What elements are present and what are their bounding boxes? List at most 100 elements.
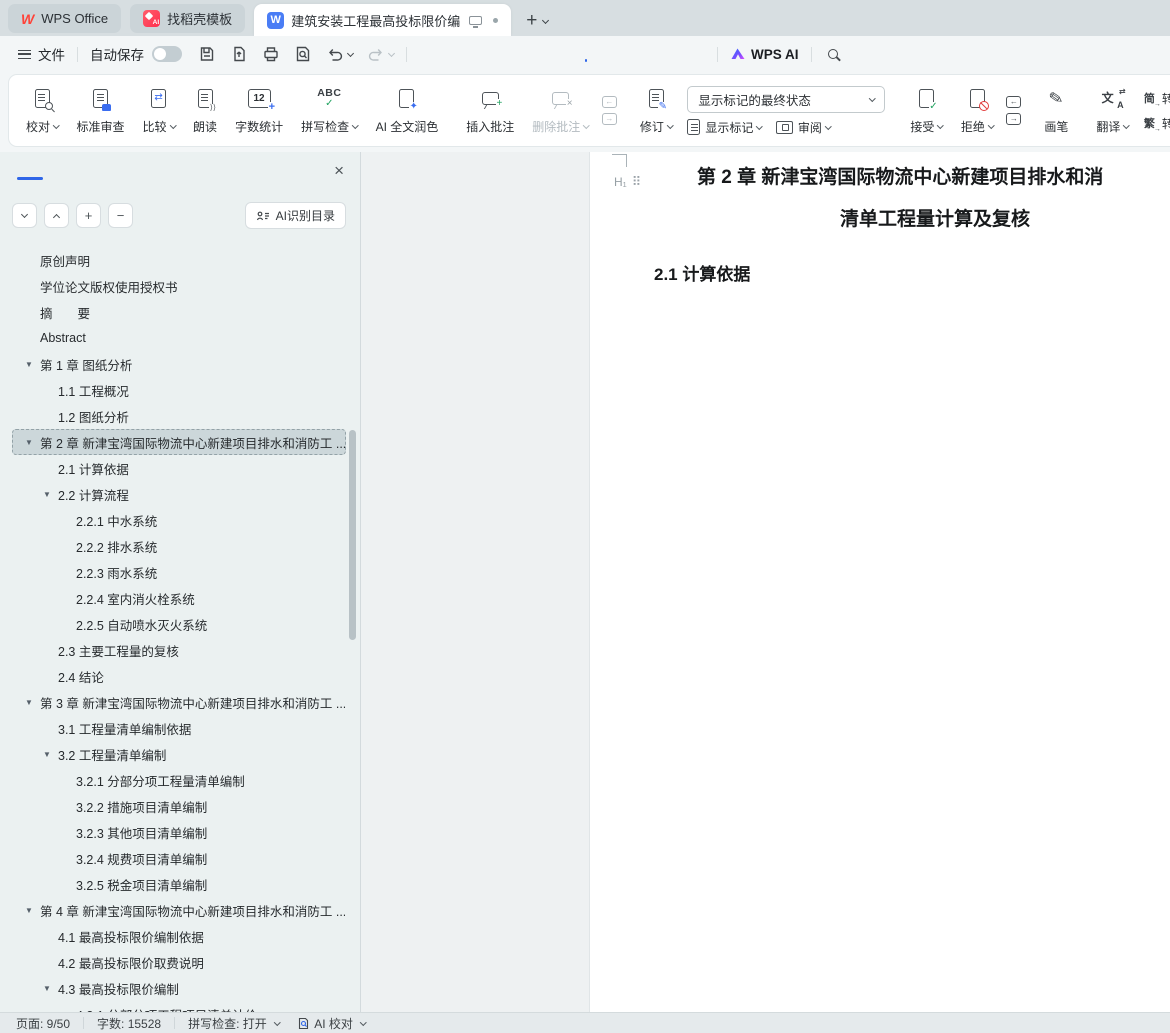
toc-item[interactable]: ▼ 4.3 最高投标限价编制 [12, 975, 346, 1001]
collapse-arrow-icon[interactable]: ▼ [41, 984, 58, 993]
reject-button[interactable]: 拒绝 [952, 83, 1003, 139]
review-pane-button[interactable]: 审阅 [776, 119, 831, 136]
toc-item[interactable]: ▼ 3.2 工程量清单编制 [12, 741, 346, 767]
toc-item[interactable]: ▼ 3.2.1 分部分项工程量清单编制 [12, 767, 346, 793]
toc-item[interactable]: ▼ 2.2.5 自动喷水灭火系统 [12, 611, 346, 637]
file-menu[interactable]: 文件 [38, 44, 65, 64]
toc-item[interactable]: ▼ 3.1 工程量清单编制依据 [12, 715, 346, 741]
toc-item[interactable]: ▼ 4.1 最高投标限价编制依据 [12, 923, 346, 949]
toc-item[interactable]: ▼ 2.2.2 排水系统 [12, 533, 346, 559]
collapse-arrow-icon[interactable]: ▼ [41, 750, 58, 759]
toc-item[interactable]: ▼ 第 2 章 新津宝湾国际物流中心新建项目排水和消防工 ... [12, 429, 346, 455]
toc-item[interactable]: ▼ 第 4 章 新津宝湾国际物流中心新建项目排水和消防工 ... [12, 897, 346, 923]
toc-item[interactable]: ▼ 原创声明 [12, 247, 346, 273]
expand-all-button[interactable] [12, 203, 37, 228]
autosave-toggle[interactable] [152, 46, 182, 62]
toc-item[interactable]: ▼ 2.2.4 室内消火栓系统 [12, 585, 346, 611]
toc-item[interactable]: ▼ 2.3 主要工程量的复核 [12, 637, 346, 663]
toc-item[interactable]: ▼ 2.1 计算依据 [12, 455, 346, 481]
collapse-arrow-icon[interactable]: ▼ [41, 490, 58, 499]
toc-item[interactable]: ▼ Abstract [12, 325, 346, 351]
print-icon[interactable] [262, 45, 280, 63]
previous-change-icon[interactable]: ← [1006, 96, 1021, 108]
track-changes-button[interactable]: ✎ 修订 [631, 83, 682, 139]
paragraph-line[interactable] [685, 366, 716, 397]
print-preview-icon[interactable] [294, 45, 312, 63]
collapse-arrow-icon[interactable]: ▼ [23, 360, 40, 369]
screen-share-icon[interactable] [469, 16, 482, 25]
read-aloud-button[interactable]: ⟩⟩ 朗读 [184, 83, 226, 139]
zoom-in-outline-button[interactable]: + [76, 203, 101, 228]
chapter-title-line2[interactable]: 清单工程量计算及复核 [840, 204, 1030, 231]
tab-docer-templates[interactable]: AI 找稻壳模板 [130, 4, 245, 33]
undo-button[interactable] [326, 46, 353, 62]
show-markup-button[interactable]: 显示标记 [687, 119, 762, 136]
next-comment-icon[interactable]: → [602, 113, 617, 125]
toc-item[interactable]: ▼ 3.2.3 其他项目清单编制 [12, 819, 346, 845]
wps-ai-button[interactable]: WPS AI [730, 47, 799, 62]
new-tab-button[interactable]: + [526, 11, 537, 30]
toc-item[interactable]: ▼ 第 1 章 图纸分析 [12, 351, 346, 377]
tab-list-chevron-icon[interactable] [542, 17, 549, 24]
word-count-indicator[interactable]: 字数: 15528 [97, 1015, 161, 1032]
toc-item[interactable]: ▼ 摘 要 [12, 299, 346, 325]
paragraph-line[interactable] [685, 335, 716, 366]
toc-item[interactable]: ▼ 2.2.1 中水系统 [12, 507, 346, 533]
save-icon[interactable] [198, 45, 216, 63]
simplified-to-traditional-button[interactable]: 简 转繁 [1144, 90, 1170, 107]
undo-chevron-icon[interactable] [347, 49, 354, 56]
next-change-icon[interactable]: → [1006, 113, 1021, 125]
toc-item[interactable]: ▼ 2.2 计算流程 [12, 481, 346, 507]
zoom-out-outline-button[interactable]: − [108, 203, 133, 228]
previous-comment-icon[interactable]: ← [602, 96, 617, 108]
redo-chevron-icon[interactable] [388, 49, 395, 56]
menu-tab[interactable] [637, 45, 671, 63]
sidebar-scrollbar[interactable] [349, 430, 356, 640]
ai-proofread-status[interactable]: AI 校对 [297, 1015, 365, 1032]
menu-tab[interactable] [569, 45, 603, 63]
word-count-button[interactable]: 12+ 字数统计 [226, 83, 292, 139]
toc-item[interactable]: ▼ 2.4 结论 [12, 663, 346, 689]
toc-item[interactable]: ▼ 第 3 章 新津宝湾国际物流中心新建项目排水和消防工 ... [12, 689, 346, 715]
redo-button[interactable] [367, 46, 394, 62]
paragraph-line[interactable] [685, 490, 716, 521]
toc-item[interactable]: ▼ 4.2 最高投标限价取费说明 [12, 949, 346, 975]
accept-button[interactable]: ✓ 接受 [901, 83, 952, 139]
traditional-to-simplified-button[interactable]: 繁 转简 [1144, 115, 1170, 132]
tab-wps-home[interactable]: W WPS Office [8, 4, 121, 33]
menu-tab[interactable] [671, 45, 705, 63]
paragraph-line[interactable] [685, 397, 716, 428]
page-indicator[interactable]: 页面: 9/50 [16, 1015, 70, 1032]
proofread-button[interactable]: 校对 [17, 83, 68, 139]
search-icon[interactable] [828, 49, 838, 59]
toc-item[interactable]: ▼ 3.2.4 规费项目清单编制 [12, 845, 346, 871]
collapse-arrow-icon[interactable]: ▼ [23, 698, 40, 707]
ai-recognize-toc-button[interactable]: AI识别目录 [245, 202, 346, 229]
toc-item[interactable]: ▼ 4.3.1 分部分项工程项目清单计价 [12, 1001, 346, 1012]
ai-polish-button[interactable]: ✦ AI 全文润色 [367, 83, 448, 139]
menu-tab[interactable] [433, 45, 467, 63]
translate-button[interactable]: 文A 翻译 [1087, 83, 1138, 139]
ink-pen-button[interactable]: ✎ 画笔 [1035, 83, 1077, 139]
menu-tab[interactable] [501, 45, 535, 63]
output-icon[interactable] [230, 45, 248, 63]
collapse-arrow-icon[interactable]: ▼ [23, 906, 40, 915]
drag-handle-icon[interactable]: ⠿ [632, 174, 641, 190]
toc-item[interactable]: ▼ 1.2 图纸分析 [12, 403, 346, 429]
spell-check-button[interactable]: ABC✓ 拼写检查 [292, 83, 367, 139]
insert-comment-button[interactable]: + 插入批注 [457, 83, 523, 139]
menu-tab[interactable] [535, 45, 569, 63]
tab-current-document[interactable]: W 建筑安装工程最高投标限价编 [254, 4, 511, 36]
markup-state-select[interactable]: 显示标记的最终状态 [687, 86, 885, 113]
collapse-arrow-icon[interactable]: ▼ [23, 438, 40, 447]
spell-check-status[interactable]: 拼写检查: 打开 [188, 1015, 279, 1032]
standard-review-button[interactable]: 标准审查 [68, 83, 134, 139]
paragraph-line[interactable] [685, 459, 716, 490]
document-page[interactable]: H₁ ⠿ 第 2 章 新津宝湾国际物流中心新建项目排水和消 清单工程量计算及复核… [589, 152, 1170, 1012]
compare-button[interactable]: ⇄ 比较 [134, 83, 185, 139]
section-heading[interactable]: 2.1 计算依据 [654, 260, 750, 285]
menu-tab[interactable] [467, 45, 501, 63]
paragraph-line[interactable] [685, 428, 716, 459]
toc-item[interactable]: ▼ 3.2.2 措施项目清单编制 [12, 793, 346, 819]
toc-item[interactable]: ▼ 3.2.5 税金项目清单编制 [12, 871, 346, 897]
